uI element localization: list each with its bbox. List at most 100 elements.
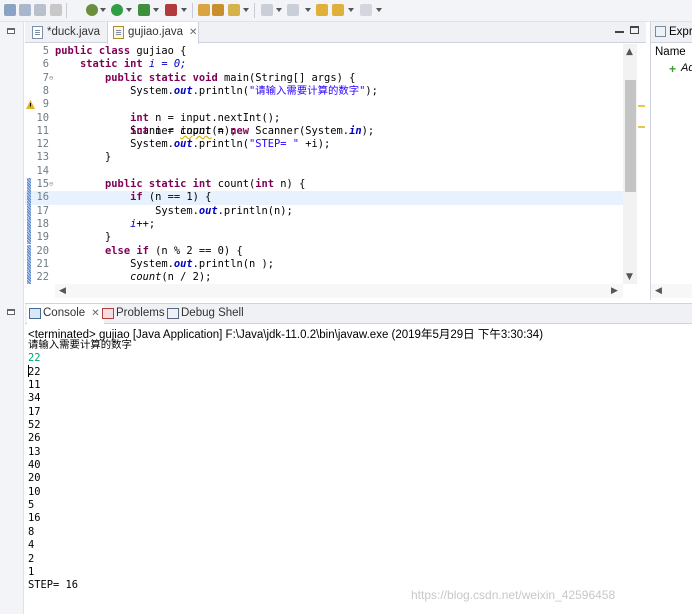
scroll-down-icon[interactable]: ▼ bbox=[626, 272, 633, 282]
overview-ruler[interactable] bbox=[637, 44, 646, 300]
print-icon[interactable] bbox=[34, 4, 46, 16]
tab-expressions[interactable]: Expre bbox=[651, 22, 692, 43]
keyword: if bbox=[130, 191, 143, 204]
run-dropdown-icon[interactable] bbox=[126, 8, 132, 12]
keyword: if bbox=[136, 244, 149, 257]
search-icon[interactable] bbox=[228, 4, 240, 16]
name-column-header[interactable]: Name bbox=[655, 46, 686, 58]
debug-shell-icon bbox=[167, 308, 179, 319]
console-view: Console ✕ Problems Debug Shell <terminate… bbox=[25, 303, 692, 614]
line-number: 5 bbox=[42, 45, 49, 57]
search-dropdown-icon[interactable] bbox=[243, 8, 249, 12]
prev-annotation-icon[interactable] bbox=[287, 4, 299, 16]
debug-icon[interactable] bbox=[86, 4, 98, 16]
code-text: ); bbox=[365, 84, 378, 97]
code-text: System. bbox=[155, 204, 199, 217]
fold-icon[interactable]: ⊖ bbox=[49, 178, 53, 191]
line-number: 11 bbox=[36, 124, 49, 137]
static-field: out bbox=[173, 84, 193, 97]
code-area[interactable]: 5 public class gujiao { 6 static int i = … bbox=[25, 44, 623, 305]
restore-icon[interactable] bbox=[7, 28, 15, 34]
output-line: 34 bbox=[28, 392, 41, 405]
code-text: .println(n ); bbox=[192, 257, 274, 270]
output-line: 17 bbox=[28, 405, 41, 418]
external-tools-dropdown-icon[interactable] bbox=[181, 8, 187, 12]
text-caret bbox=[28, 365, 29, 377]
warning-marker[interactable] bbox=[638, 126, 645, 128]
console-output[interactable]: 请输入需要计算的数字 22 22 11 34 17 52 26 13 40 20… bbox=[28, 339, 132, 593]
code-line: 11 int i = count(n); bbox=[25, 125, 623, 138]
console-icon bbox=[29, 308, 41, 319]
keyword: else bbox=[105, 244, 131, 257]
toggle-mark-icon[interactable] bbox=[50, 4, 62, 16]
code-text: (n / 2); bbox=[161, 271, 212, 284]
vertical-scrollbar[interactable]: ▲ ▼ bbox=[623, 44, 637, 284]
expressions-view: Expre Name + Ad ◀ bbox=[650, 22, 692, 300]
code-line: 13 } bbox=[25, 151, 623, 164]
last-edit-icon[interactable] bbox=[316, 4, 328, 16]
restore-icon[interactable] bbox=[7, 309, 15, 315]
code-text: } bbox=[105, 151, 112, 164]
back-dropdown-icon[interactable] bbox=[348, 8, 354, 12]
run-icon[interactable] bbox=[111, 4, 123, 16]
keyword: void bbox=[192, 71, 218, 84]
forward-dropdown-icon[interactable] bbox=[376, 8, 382, 12]
close-icon[interactable]: ✕ bbox=[91, 308, 99, 319]
fold-icon[interactable]: ⊖ bbox=[49, 72, 53, 85]
debug-dropdown-icon[interactable] bbox=[100, 8, 106, 12]
tab-label: Debug Shell bbox=[181, 307, 244, 319]
line-number: 13 bbox=[36, 151, 49, 164]
code-text: count( bbox=[217, 178, 256, 190]
line-number: 12 bbox=[36, 138, 49, 151]
tab-duck-java[interactable]: *duck.java bbox=[27, 22, 107, 43]
coverage-dropdown-icon[interactable] bbox=[153, 8, 159, 12]
code-line: 19 } bbox=[25, 231, 623, 245]
code-line: 5 public class gujiao { bbox=[25, 45, 623, 58]
code-line: 9 Scanner input = new Scanner(System.in)… bbox=[25, 98, 623, 137]
maximize-icon[interactable] bbox=[630, 26, 639, 34]
scroll-left-icon[interactable]: ◀ bbox=[655, 286, 662, 296]
code-text: ++; bbox=[136, 217, 156, 230]
tab-problems[interactable]: Problems bbox=[100, 304, 165, 324]
horizontal-scrollbar[interactable]: ◀ bbox=[651, 284, 692, 298]
code-line: 15 ⊖ public static int count(int n) { bbox=[25, 178, 623, 192]
next-annotation-dropdown-icon[interactable] bbox=[276, 8, 282, 12]
tab-console[interactable]: Console ✕ bbox=[27, 304, 104, 325]
horizontal-scrollbar[interactable]: ◀ ▶ bbox=[55, 284, 623, 298]
prev-annotation-dropdown-icon[interactable] bbox=[305, 8, 311, 12]
line-number: 22 bbox=[36, 271, 49, 284]
scroll-up-icon[interactable]: ▲ bbox=[626, 47, 633, 57]
back-icon[interactable] bbox=[332, 4, 344, 16]
code-line: 22 count(n / 2); bbox=[25, 271, 623, 285]
save-all-icon[interactable] bbox=[19, 4, 31, 16]
code-line: 18 i++; bbox=[25, 217, 623, 232]
code-line: 8 System.out.println("请输入需要计算的数字"); bbox=[25, 85, 623, 98]
scroll-left-icon[interactable]: ◀ bbox=[59, 286, 66, 296]
save-icon[interactable] bbox=[4, 4, 16, 16]
code-text: (n % 2 == 0) { bbox=[148, 244, 243, 257]
code-text: System. bbox=[130, 257, 174, 270]
warning-marker[interactable] bbox=[638, 105, 645, 107]
close-icon[interactable]: ✕ bbox=[189, 27, 197, 38]
tab-debug-shell[interactable]: Debug Shell bbox=[165, 304, 244, 324]
tab-label: Problems bbox=[116, 307, 165, 319]
scroll-right-icon[interactable]: ▶ bbox=[611, 286, 618, 296]
minimize-icon[interactable] bbox=[615, 31, 624, 33]
forward-icon[interactable] bbox=[360, 4, 372, 16]
new-java-project-icon[interactable] bbox=[198, 4, 210, 16]
coverage-icon[interactable] bbox=[138, 4, 150, 16]
add-expression-row[interactable]: + Ad bbox=[669, 62, 692, 76]
output-line: 13 bbox=[28, 445, 41, 458]
warning-icon[interactable] bbox=[26, 100, 35, 110]
open-type-icon[interactable] bbox=[212, 4, 224, 16]
tab-gujiao-java[interactable]: gujiao.java ✕ bbox=[107, 22, 199, 44]
minimized-views-strip bbox=[0, 22, 24, 614]
scrollbar-thumb[interactable] bbox=[625, 80, 636, 192]
code-line: 10 int n = input.nextInt(); bbox=[25, 112, 623, 125]
code-text: .nextInt(); bbox=[211, 111, 281, 124]
method-call: count bbox=[130, 271, 162, 284]
next-annotation-icon[interactable] bbox=[261, 4, 273, 16]
external-tools-icon[interactable] bbox=[165, 4, 177, 16]
method-call: count bbox=[180, 124, 212, 137]
keyword: static bbox=[80, 58, 118, 71]
